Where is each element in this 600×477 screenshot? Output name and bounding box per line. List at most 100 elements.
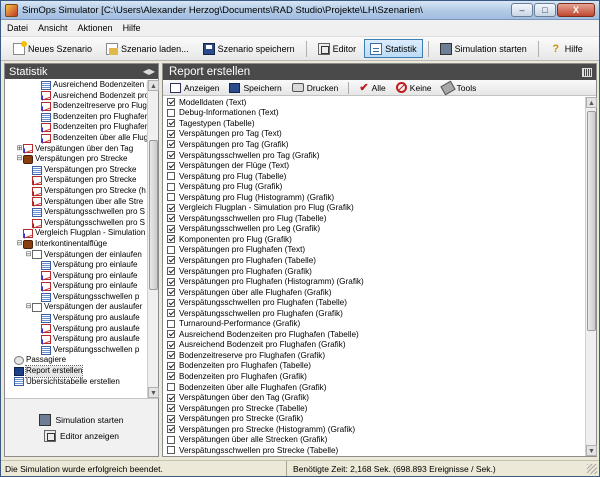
report-item-checkbox[interactable] xyxy=(167,161,175,170)
tree-item[interactable]: Vergleich Flugplan - Simulation xyxy=(5,228,147,239)
menu-aktionen[interactable]: Aktionen xyxy=(78,23,113,33)
menu-ansicht[interactable]: Ansicht xyxy=(38,23,68,33)
collapse-panel-icon[interactable]: ◀▶ xyxy=(143,67,155,76)
tree-item[interactable]: Bodenzeiten über alle Flughaf xyxy=(5,133,147,144)
print-report-button[interactable]: Drucken xyxy=(288,81,343,95)
save-scenario-button[interactable]: Szenario speichern xyxy=(197,39,301,58)
report-item[interactable]: Verspätungsschwellen pro Flughafen (Tabe… xyxy=(165,297,584,308)
report-item-checkbox[interactable] xyxy=(167,393,175,402)
report-item[interactable]: Verspätungen pro Flughafen (Histogramm) … xyxy=(165,276,584,287)
scroll-thumb[interactable] xyxy=(587,111,596,331)
show-report-button[interactable]: Anzeigen xyxy=(166,81,223,95)
report-item[interactable]: Verspätungen pro Strecke (Tabelle) xyxy=(165,403,584,414)
report-item-checkbox[interactable] xyxy=(167,319,175,328)
tree-expander-icon[interactable]: ⊟ xyxy=(25,250,32,261)
tree-item[interactable]: Verspätung pro einlaufe xyxy=(5,281,147,292)
tree-scrollbar[interactable]: ▲ ▼ xyxy=(147,80,159,398)
report-item-checkbox[interactable] xyxy=(167,108,175,117)
report-item[interactable]: Bodenzeiten pro Flughafen (Grafik) xyxy=(165,371,584,382)
tree-item[interactable]: Verspätungsschwellen pro S xyxy=(5,218,147,229)
report-item[interactable]: Modelldaten (Text) xyxy=(165,97,584,108)
report-item-checkbox[interactable] xyxy=(167,351,175,360)
tree-expander-icon[interactable]: ⊟ xyxy=(16,154,23,165)
report-item[interactable]: Verspätungen pro Flughafen (Text) xyxy=(165,245,584,256)
show-editor-button[interactable]: Editor anzeigen xyxy=(43,429,119,442)
report-item-checkbox[interactable] xyxy=(167,245,175,254)
report-item-checkbox[interactable] xyxy=(167,372,175,381)
tree-item[interactable]: Ausreichend Bodenzeit pro F xyxy=(5,91,147,102)
statistics-tree[interactable]: Ausreichend Bodenzeiten pr Ausreichend Bo… xyxy=(5,80,147,398)
close-button[interactable]: X xyxy=(557,3,595,17)
tree-item[interactable]: Verspätungen über alle Stre xyxy=(5,197,147,208)
report-item[interactable]: Bodenzeiten über alle Flughafen (Grafik) xyxy=(165,382,584,393)
report-item-checkbox[interactable] xyxy=(167,288,175,297)
report-item[interactable]: Verspätungen pro Strecke (Grafik) xyxy=(165,413,584,424)
report-item-checkbox[interactable] xyxy=(167,404,175,413)
scroll-up-arrow-icon[interactable]: ▲ xyxy=(586,97,597,108)
menu-datei[interactable]: Datei xyxy=(7,23,28,33)
report-item[interactable]: Verspätungen pro Strecke (Histogramm) (G… xyxy=(165,424,584,435)
report-item-checkbox[interactable] xyxy=(167,193,175,202)
select-none-button[interactable]: Keine xyxy=(392,81,436,95)
tree-item[interactable]: Bodenzeitreserve pro Flughaf xyxy=(5,101,147,112)
statistics-button[interactable]: Statistik xyxy=(364,39,423,58)
tools-button[interactable]: Tools xyxy=(438,80,481,95)
tree-item[interactable]: Verspätungen pro Strecke xyxy=(5,175,147,186)
report-item[interactable]: Verspätungsschwellen pro Flughafen (Graf… xyxy=(165,308,584,319)
report-item-checkbox[interactable] xyxy=(167,277,175,286)
report-item-checkbox[interactable] xyxy=(167,298,175,307)
report-item[interactable]: Bodenzeiten pro Flughafen (Tabelle) xyxy=(165,361,584,372)
report-item[interactable]: Verspätungen über alle Flughafen (Grafik… xyxy=(165,287,584,298)
report-item-checkbox[interactable] xyxy=(167,361,175,370)
report-item[interactable]: Verspätung pro Flug (Tabelle) xyxy=(165,171,584,182)
maximize-button[interactable]: □ xyxy=(534,3,556,17)
report-item-checkbox[interactable] xyxy=(167,340,175,349)
select-all-button[interactable]: ✔ Alle xyxy=(355,81,389,95)
report-item-checkbox[interactable] xyxy=(167,224,175,233)
panel-grid-icon[interactable] xyxy=(582,67,592,77)
tree-item[interactable]: ⊟ Verspätungen der einlaufen xyxy=(5,250,147,261)
scroll-down-arrow-icon[interactable]: ▼ xyxy=(148,387,159,398)
scroll-up-arrow-icon[interactable]: ▲ xyxy=(148,80,159,91)
left-start-simulation-button[interactable]: Simulation starten xyxy=(39,413,124,426)
tree-item[interactable]: Verspätung pro auslaufe xyxy=(5,313,147,324)
tree-item[interactable]: Verspätung pro einlaufe xyxy=(5,260,147,271)
report-item[interactable]: Verspätungen über alle Strecken (Grafik) xyxy=(165,435,584,446)
new-scenario-button[interactable]: Neues Szenario xyxy=(7,39,98,58)
report-item-checkbox[interactable] xyxy=(167,425,175,434)
report-item-checkbox[interactable] xyxy=(167,446,175,455)
help-button[interactable]: ? Hilfe xyxy=(544,39,589,58)
report-item[interactable]: Verspätung pro Flug (Histogramm) (Grafik… xyxy=(165,192,584,203)
save-report-button[interactable]: Speichern xyxy=(225,81,285,95)
tree-item[interactable]: Verspätung pro auslaufe xyxy=(5,334,147,345)
tree-item[interactable]: Ausreichend Bodenzeiten pr xyxy=(5,80,147,91)
report-item-checkbox[interactable] xyxy=(167,182,175,191)
tree-item[interactable]: ⊟ Verspätungen der auslaufer xyxy=(5,302,147,313)
report-item[interactable]: Verspätungen pro Flughafen (Tabelle) xyxy=(165,255,584,266)
tree-item[interactable]: Passagiere xyxy=(5,355,147,366)
tree-expander-icon[interactable]: ⊟ xyxy=(16,239,23,250)
editor-button[interactable]: Editor xyxy=(312,39,363,58)
tree-item[interactable]: ⊞ Verspätungen über den Tag xyxy=(5,144,147,155)
report-item-checkbox[interactable] xyxy=(167,267,175,276)
report-item[interactable]: Verspätungen pro Tag (Grafik) xyxy=(165,139,584,150)
report-item[interactable]: Verspätungen pro Flughafen (Grafik) xyxy=(165,266,584,277)
scroll-down-arrow-icon[interactable]: ▼ xyxy=(586,445,597,456)
report-item[interactable]: Verspätungen über den Tag (Grafik) xyxy=(165,392,584,403)
tree-item[interactable]: Verspätung pro auslaufe xyxy=(5,324,147,335)
report-item-checkbox[interactable] xyxy=(167,129,175,138)
report-item[interactable]: Verspätungsschwellen pro Flug (Tabelle) xyxy=(165,213,584,224)
tree-item[interactable]: Verspätungen pro Strecke (h xyxy=(5,186,147,197)
report-item-checkbox[interactable] xyxy=(167,214,175,223)
tree-item[interactable]: Verspätungsschwellen p xyxy=(5,345,147,356)
report-item-checkbox[interactable] xyxy=(167,235,175,244)
report-item-checkbox[interactable] xyxy=(167,330,175,339)
report-list-scrollbar[interactable]: ▲ ▼ xyxy=(585,97,597,456)
tree-item[interactable]: Bodenzeiten pro Flughafen xyxy=(5,112,147,123)
report-item[interactable]: Tagestypen (Tabelle) xyxy=(165,118,584,129)
report-item[interactable]: Vergleich Flugplan - Simulation pro Flug… xyxy=(165,202,584,213)
report-item[interactable]: Debug-Informationen (Text) xyxy=(165,108,584,119)
report-item-checkbox[interactable] xyxy=(167,140,175,149)
start-simulation-button[interactable]: Simulation starten xyxy=(434,39,533,58)
report-item-checkbox[interactable] xyxy=(167,383,175,392)
